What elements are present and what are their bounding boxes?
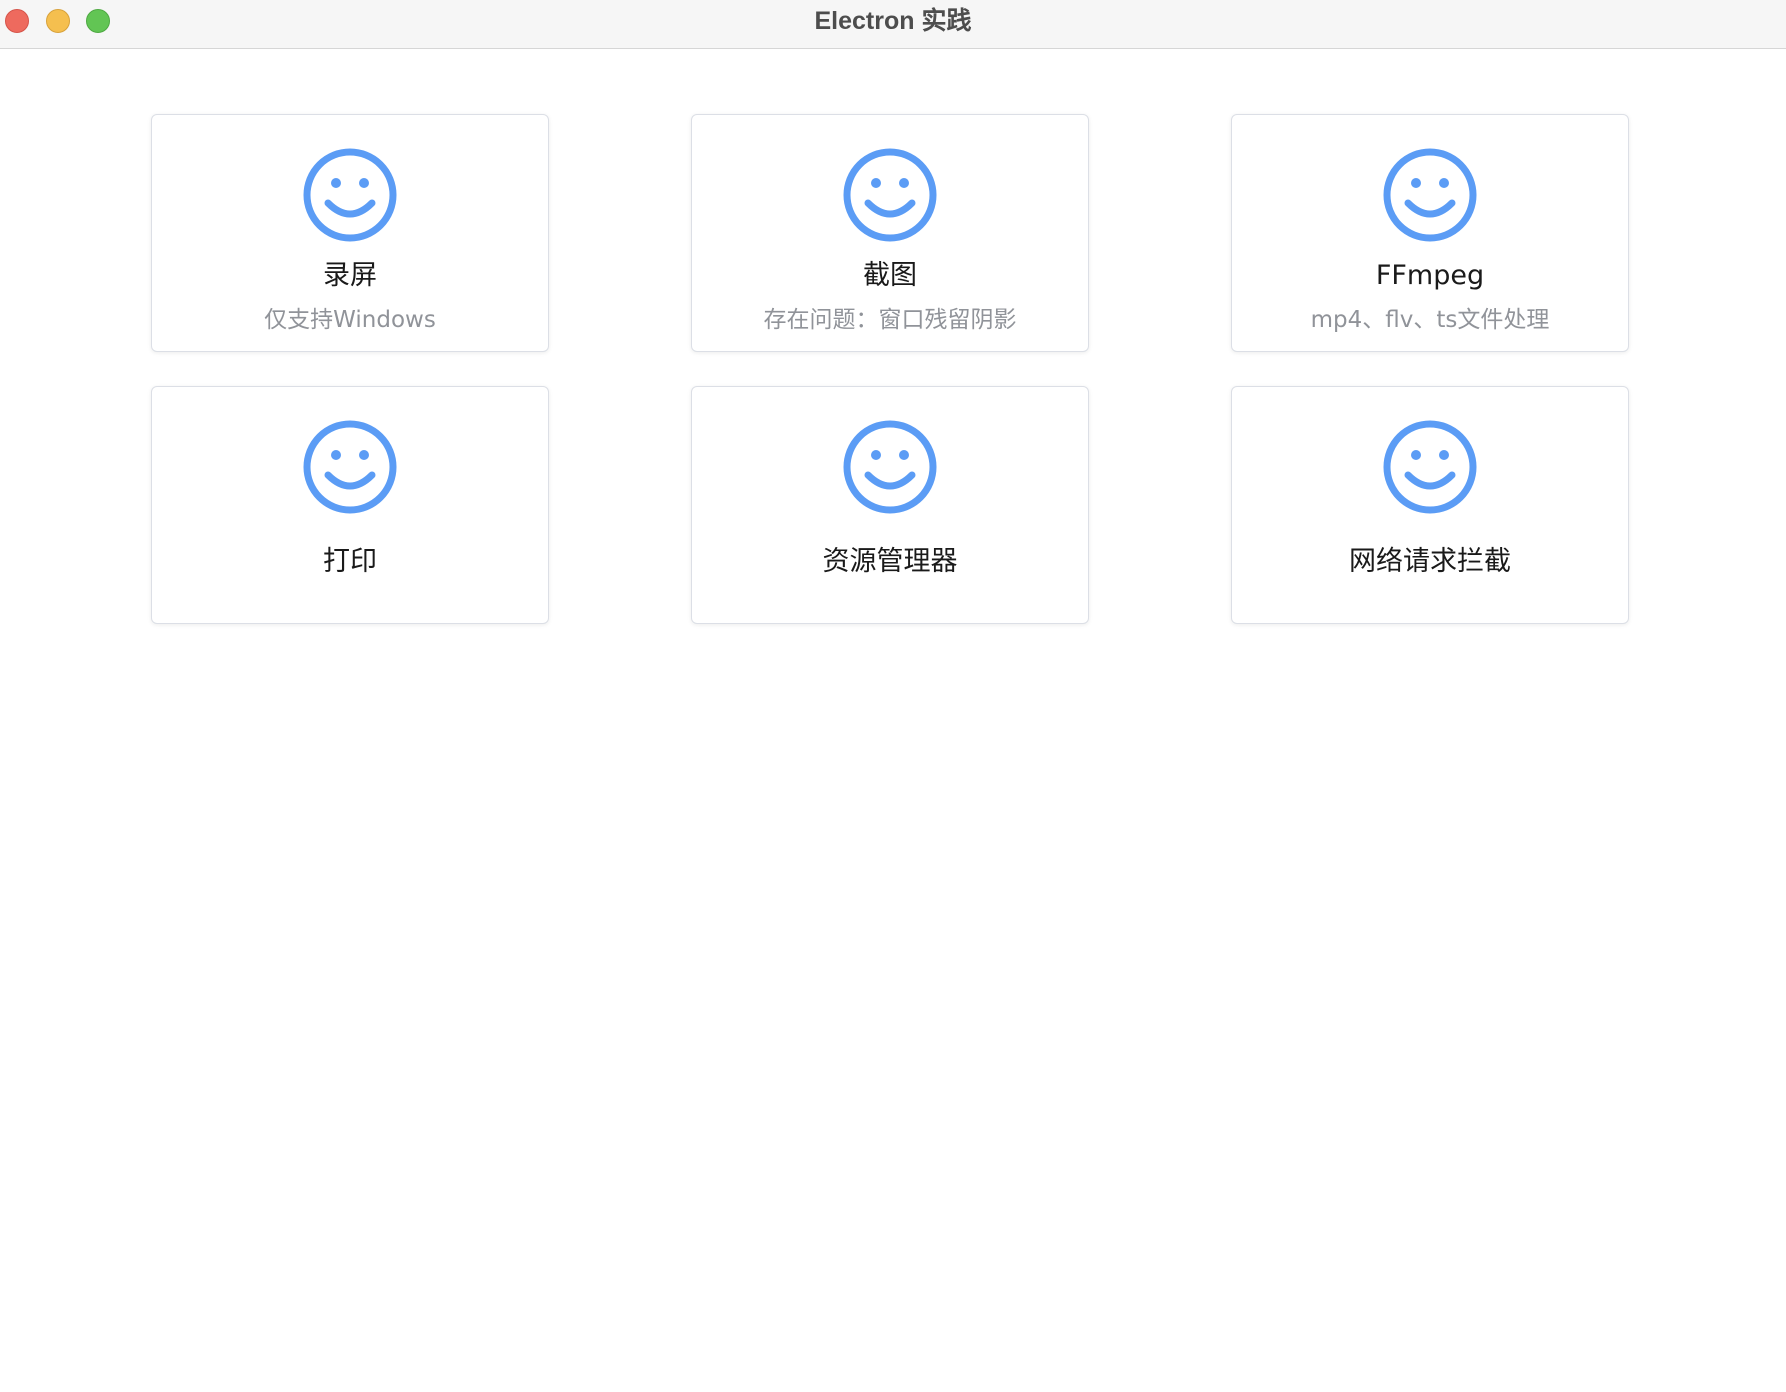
smile-icon [1383, 148, 1477, 242]
feature-grid: 录屏 仅支持Windows 截图 存在问题：窗口残留阴影 FFmpeg mp4、… [0, 50, 1786, 1392]
card-title: 截图 [863, 260, 917, 291]
card-title: 网络请求拦截 [1349, 546, 1511, 577]
smile-icon [843, 420, 937, 514]
card-resource-manager[interactable]: 资源管理器 [691, 386, 1089, 624]
app-window: Electron 实践 录屏 仅支持Windows 截图 存在问题：窗口残留阴影 [0, 0, 1786, 1392]
card-screenshot[interactable]: 截图 存在问题：窗口残留阴影 [691, 114, 1089, 352]
card-title: 资源管理器 [822, 546, 958, 577]
card-subtitle: 仅支持Windows [264, 307, 436, 333]
card-screen-record[interactable]: 录屏 仅支持Windows [151, 114, 549, 352]
card-print[interactable]: 打印 [151, 386, 549, 624]
card-subtitle: 存在问题：窗口残留阴影 [763, 307, 1017, 333]
card-title: 打印 [323, 546, 377, 577]
smile-icon [303, 420, 397, 514]
window-title: Electron 实践 [814, 7, 972, 35]
card-subtitle: mp4、flv、ts文件处理 [1310, 307, 1550, 333]
card-title: 录屏 [323, 260, 377, 291]
smile-icon [843, 148, 937, 242]
card-ffmpeg[interactable]: FFmpeg mp4、flv、ts文件处理 [1231, 114, 1629, 352]
smile-icon [1383, 420, 1477, 514]
card-network-intercept[interactable]: 网络请求拦截 [1231, 386, 1629, 624]
smile-icon [303, 148, 397, 242]
title-bar[interactable]: Electron 实践 [0, 0, 1786, 49]
card-title: FFmpeg [1375, 260, 1485, 291]
